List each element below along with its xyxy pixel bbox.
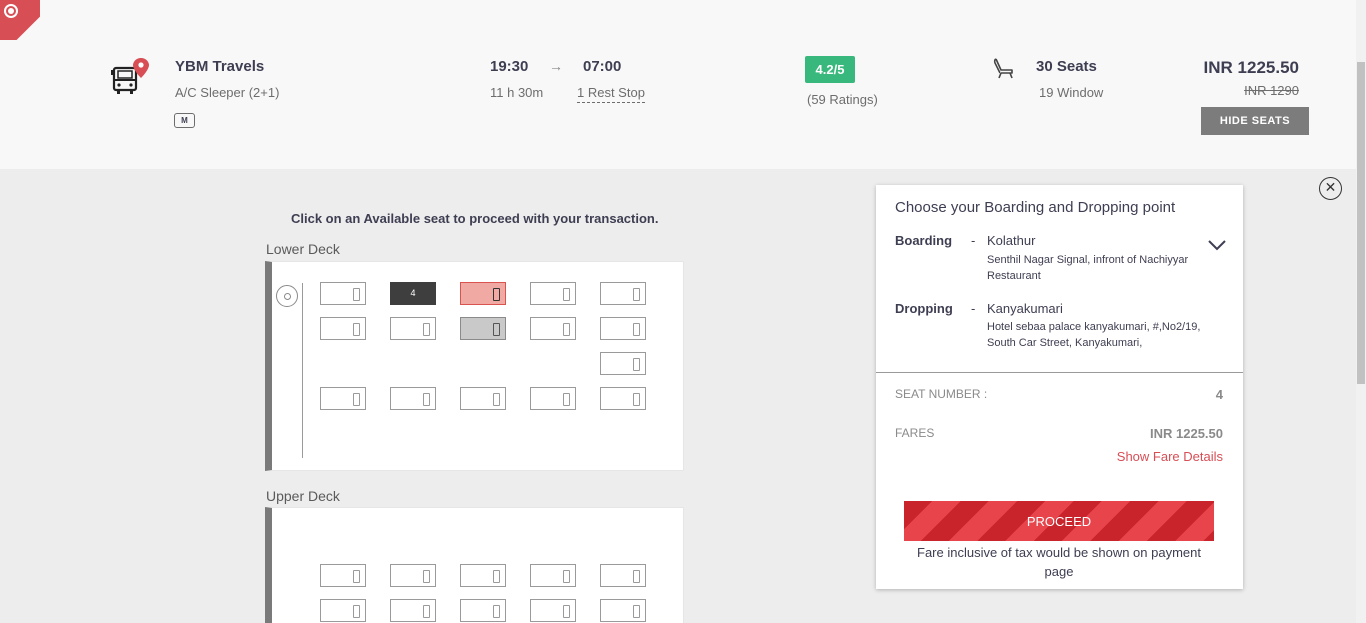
- seat-available[interactable]: [460, 564, 506, 587]
- seat-icon: [993, 58, 1013, 79]
- seat-available[interactable]: [390, 564, 436, 587]
- seat-available[interactable]: [600, 599, 646, 622]
- seat-available[interactable]: [320, 282, 366, 305]
- boarding-address: Senthil Nagar Signal, infront of Nachiyy…: [987, 254, 1189, 282]
- seat-available[interactable]: [390, 317, 436, 340]
- scrollbar-thumb[interactable]: [1357, 62, 1365, 384]
- window-seats: 19 Window: [1039, 85, 1104, 100]
- seat-available[interactable]: [320, 599, 366, 622]
- seat-booked: [460, 317, 506, 340]
- hide-seats-button[interactable]: HIDE SEATS: [1201, 107, 1309, 135]
- dropping-point[interactable]: Kanyakumari: [987, 301, 1063, 316]
- seat-available[interactable]: [600, 387, 646, 410]
- corner-badge-icon: [0, 0, 40, 40]
- m-ticket-icon: M: [174, 113, 195, 128]
- boarding-point[interactable]: Kolathur: [987, 233, 1035, 248]
- seat-available[interactable]: [600, 564, 646, 587]
- seat-selected[interactable]: 4: [390, 282, 436, 305]
- current-price: INR 1225.50: [1203, 58, 1299, 77]
- panel-divider: [876, 372, 1243, 373]
- seat-instruction: Click on an Available seat to proceed wi…: [291, 211, 659, 226]
- seat-available[interactable]: [320, 317, 366, 340]
- arrow-right-icon: →: [549, 58, 563, 74]
- seat-available[interactable]: [530, 282, 576, 305]
- rating-count: (59 Ratings): [807, 92, 878, 107]
- show-fare-details-link[interactable]: Show Fare Details: [1117, 449, 1223, 464]
- seat-available[interactable]: [600, 282, 646, 305]
- seat-number-label: SEAT NUMBER :: [895, 387, 988, 401]
- driver-divider: [302, 283, 303, 458]
- boarding-label: Boarding: [895, 233, 953, 248]
- seat-available[interactable]: [530, 387, 576, 410]
- seat-available[interactable]: [530, 599, 576, 622]
- chevron-down-icon[interactable]: [1207, 238, 1227, 252]
- journey-duration: 11 h 30m: [490, 85, 544, 100]
- proceed-button[interactable]: PROCEED: [904, 501, 1214, 541]
- operator-name: YBM Travels: [175, 58, 265, 75]
- dropping-label: Dropping: [895, 301, 953, 316]
- fare-note: Fare inclusive of tax would be shown on …: [917, 545, 1201, 579]
- departure-time: 19:30: [490, 58, 529, 75]
- seat-available[interactable]: [530, 317, 576, 340]
- seat-available[interactable]: [390, 599, 436, 622]
- panel-title: Choose your Boarding and Dropping point: [895, 199, 1176, 216]
- arrival-time: 07:00: [583, 58, 622, 75]
- seat-available[interactable]: [600, 352, 646, 375]
- upper-deck-label: Upper Deck: [266, 488, 340, 504]
- seat-available[interactable]: [390, 387, 436, 410]
- page-scrollbar[interactable]: [1356, 0, 1366, 623]
- bus-type: A/C Sleeper (2+1): [175, 85, 280, 100]
- seats-available: 30 Seats: [1036, 58, 1097, 75]
- lower-deck-label: Lower Deck: [266, 241, 340, 257]
- fares-value: INR 1225.50: [1150, 426, 1223, 441]
- seat-number-value: 4: [1215, 387, 1223, 402]
- steering-wheel-icon: [276, 285, 298, 307]
- seat-available[interactable]: [460, 387, 506, 410]
- seat-available[interactable]: [600, 317, 646, 340]
- seat-available[interactable]: [530, 564, 576, 587]
- bus-location-icon: [111, 58, 149, 94]
- seat-available[interactable]: [460, 599, 506, 622]
- dropping-dash: -: [971, 301, 976, 316]
- rest-stop-link[interactable]: 1 Rest Stop: [577, 85, 645, 103]
- fares-label: FARES: [895, 426, 935, 440]
- dropping-address: Hotel sebaa palace kanyakumari, #,No2/19…: [987, 321, 1201, 349]
- boarding-dropping-panel: Choose your Boarding and Dropping point …: [876, 185, 1243, 589]
- seat-ladies[interactable]: [460, 282, 506, 305]
- boarding-dash: -: [971, 233, 976, 248]
- rating-badge: 4.2/5: [805, 56, 855, 83]
- seat-available[interactable]: [320, 564, 366, 587]
- seat-available[interactable]: [320, 387, 366, 410]
- close-icon[interactable]: ✕: [1319, 177, 1342, 200]
- original-price: INR 1290: [1244, 83, 1299, 98]
- bus-card: YBM Travels A/C Sleeper (2+1) M 19:30 → …: [0, 0, 1356, 169]
